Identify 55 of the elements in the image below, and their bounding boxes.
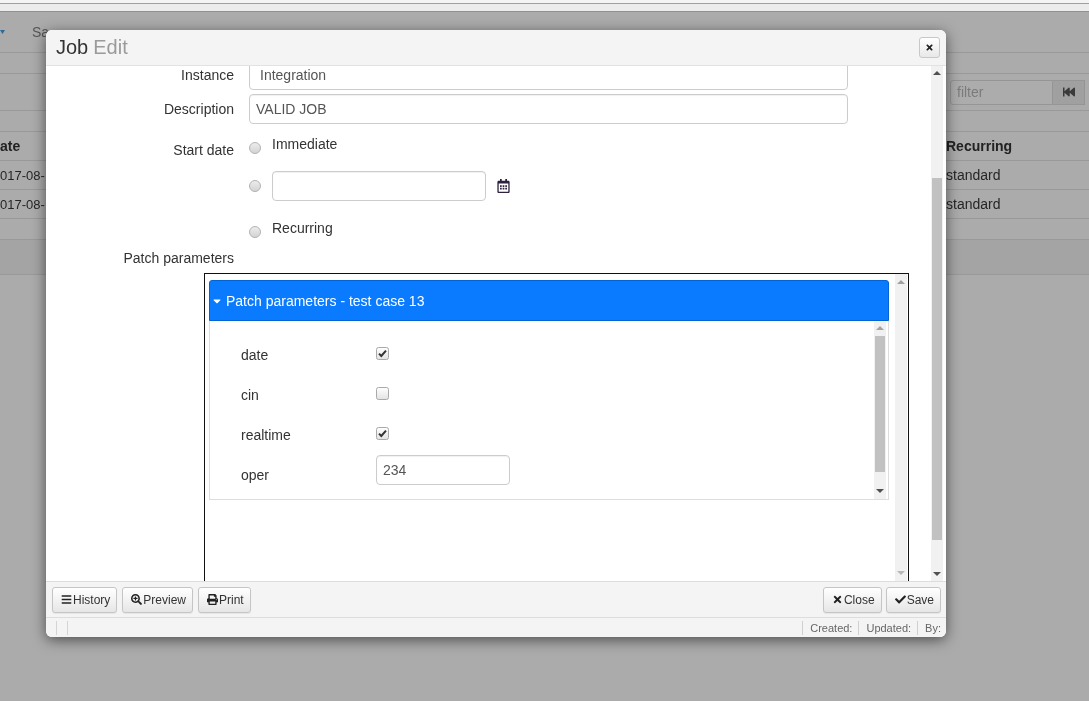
radio-button[interactable] [249,226,261,238]
up-arrow-icon[interactable] [933,71,941,75]
accordion-header[interactable]: Patch parameters - test case 13 [209,280,889,321]
dialog-subtitle: Edit [93,36,128,59]
dialog-title: Job [56,36,89,59]
fast-backward-button[interactable] [1053,79,1085,105]
preview-button[interactable]: Preview [122,586,194,613]
date-field[interactable] [272,171,486,201]
zoom-in-icon [131,594,143,605]
status-label: By: [917,620,941,635]
scrollbar-thumb[interactable] [932,178,942,540]
close-button[interactable]: Close [822,586,882,613]
field-label: Instance [181,66,234,85]
column-header: ate [0,138,21,154]
field-label: Patch parameters [123,249,234,268]
table-cell: 017-08- [0,196,45,212]
radio-button[interactable] [249,142,261,154]
close-icon [925,43,934,52]
radio-label: Recurring [272,219,333,238]
table-cell: standard [946,196,1001,212]
check-icon [894,594,906,605]
calendar-icon[interactable] [497,179,510,193]
instance-select[interactable]: Integration [249,66,848,90]
close-button[interactable] [919,37,940,58]
scrollbar-thumb[interactable] [875,336,885,472]
list-icon [61,594,72,605]
fast-backward-icon [1062,86,1075,98]
down-arrow-icon[interactable] [876,489,884,493]
print-button[interactable]: Print [198,586,251,613]
checkbox[interactable] [376,427,389,440]
save-button[interactable]: Save [885,586,941,613]
scrollbar[interactable] [874,321,886,499]
history-button[interactable]: History [52,586,118,613]
column-header: Recurring [946,138,1013,154]
field-label: realtime [241,427,291,443]
caret-icon [0,30,5,34]
status-label: Updated: [858,620,918,635]
field-label: cin [241,387,259,403]
checkbox[interactable] [376,387,389,400]
table-cell: standard [946,167,1001,183]
close-icon [831,594,843,605]
table-cell: 017-08- [0,167,45,183]
description-field[interactable]: VALID JOB [249,94,848,124]
radio-button[interactable] [249,180,261,192]
scrollbar[interactable] [931,66,943,581]
field-label: Start date [173,141,234,160]
radio-label: Immediate [272,135,338,154]
down-arrow-icon[interactable] [933,572,941,576]
input-field[interactable]: 234 [376,455,510,485]
status-label: Created: [802,620,859,635]
print-icon [207,594,219,605]
field-label: oper [241,467,270,483]
field-label: date [241,347,269,363]
field-label: Description [163,100,234,119]
checkbox[interactable] [376,347,389,360]
